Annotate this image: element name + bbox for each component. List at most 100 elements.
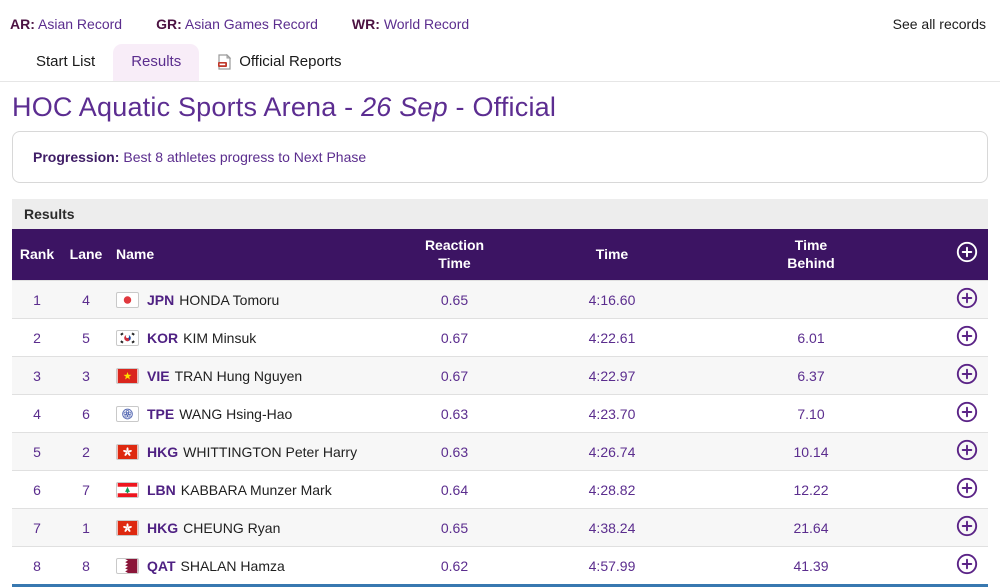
time-behind-cell: 7.10	[797, 405, 825, 422]
lane-cell: 5	[82, 329, 90, 346]
see-all-records-link[interactable]: See all records	[893, 16, 986, 32]
tab-start-list[interactable]: Start List	[18, 44, 113, 81]
reaction-time-cell: 0.67	[440, 329, 469, 346]
page-title-suffix: - Official	[447, 92, 557, 122]
expand-cell	[945, 357, 988, 395]
athlete-name: WANG Hsing-Hao	[179, 405, 293, 422]
athlete-name: KABBARA Munzer Mark	[180, 481, 332, 498]
rank-cell: 5	[33, 443, 41, 460]
time-behind-cell: 6.37	[797, 367, 825, 384]
noc-code: VIE	[147, 367, 170, 384]
reaction-time-cell: 0.65	[440, 519, 469, 536]
athlete-name: TRAN Hung Nguyen	[174, 367, 303, 384]
reaction-time-cell: 0.62	[440, 557, 469, 574]
tab-results-label: Results	[131, 53, 182, 70]
time-behind-cell: 12.22	[793, 481, 829, 498]
table-row[interactable]: 5 2 HKG WHITTINGTON Peter Harry 0.63 4:26…	[12, 432, 988, 471]
lbn-flag-icon	[116, 481, 139, 498]
time-cell: 4:57.99	[588, 557, 636, 574]
results-table-header: Rank Lane Name Reaction Time Time Time B…	[12, 229, 988, 281]
header-behind-line1: Time	[794, 237, 828, 253]
expand-cell	[945, 471, 988, 509]
records-legend-bar: AR: Asian Record GR: Asian Games Record …	[0, 0, 1000, 40]
time-behind-cell: 41.39	[793, 557, 829, 574]
expand-cell	[945, 433, 988, 471]
rank-cell: 2	[33, 329, 41, 346]
progression-label: Progression:	[33, 149, 120, 165]
athlete-name: HONDA Tomoru	[179, 291, 280, 308]
lane-cell: 7	[82, 481, 90, 498]
athlete-cell: VIE TRAN Hung Nguyen	[110, 357, 362, 395]
expand-cell	[945, 395, 988, 433]
legend-label: World Record	[383, 16, 470, 32]
legend-label: Asian Games Record	[184, 16, 318, 32]
hkg-flag-icon	[116, 443, 139, 460]
legend-world-record: WR: World Record	[352, 16, 469, 32]
noc-code: HKG	[147, 519, 179, 536]
noc-code: KOR	[147, 329, 179, 346]
page-title-date: 26 Sep	[361, 92, 448, 122]
rank-cell: 8	[33, 557, 41, 574]
table-row[interactable]: 2 5 KOR KIM Minsuk 0.67 4:22.61 6.01	[12, 318, 988, 357]
rank-cell: 7	[33, 519, 41, 536]
time-cell: 4:22.97	[588, 367, 636, 384]
lane-cell: 1	[82, 519, 90, 536]
table-row[interactable]: 6 7 LBN KABBARA Munzer Mark 0.64 4:28.82 …	[12, 470, 988, 509]
legend-asian-games-record: GR: Asian Games Record	[156, 16, 318, 32]
athlete-cell: HKG CHEUNG Ryan	[110, 509, 362, 547]
table-row[interactable]: 4 6 TPE WANG Hsing-Hao 0.63 4:23.70 7.10	[12, 394, 988, 433]
table-row[interactable]: 1 4 JPN HONDA Tomoru 0.65 4:16.60	[12, 280, 988, 319]
table-row[interactable]: 3 3 VIE TRAN Hung Nguyen 0.67 4:22.97 6.3…	[12, 356, 988, 395]
plus-circle-icon[interactable]	[956, 515, 978, 537]
athlete-cell: KOR KIM Minsuk	[110, 319, 362, 357]
noc-code: LBN	[147, 481, 176, 498]
time-cell: 4:16.60	[588, 291, 636, 308]
results-table: Rank Lane Name Reaction Time Time Time B…	[12, 229, 988, 587]
legend-abbr: GR:	[156, 16, 182, 32]
qat-flag-icon	[116, 557, 139, 574]
lane-cell: 3	[82, 367, 90, 384]
table-row[interactable]: 7 1 HKG CHEUNG Ryan 0.65 4:38.24 21.64	[12, 508, 988, 547]
header-lane: Lane	[69, 245, 103, 262]
legend-label: Asian Record	[38, 16, 123, 32]
reaction-time-cell: 0.64	[440, 481, 469, 498]
reaction-time-cell: 0.67	[440, 367, 469, 384]
kor-flag-icon	[116, 329, 139, 346]
athlete-name: SHALAN Hamza	[180, 557, 285, 574]
plus-circle-icon[interactable]	[956, 363, 978, 385]
header-time-behind: Time Behind	[677, 229, 945, 281]
time-cell: 4:22.61	[588, 329, 636, 346]
tab-results[interactable]: Results	[113, 44, 200, 81]
legend-asian-record: AR: Asian Record	[10, 16, 122, 32]
athlete-cell: QAT SHALAN Hamza	[110, 547, 362, 586]
athlete-cell: LBN KABBARA Munzer Mark	[110, 471, 362, 509]
rank-cell: 3	[33, 367, 41, 384]
header-name: Name	[116, 245, 155, 262]
rank-cell: 6	[33, 481, 41, 498]
plus-circle-icon[interactable]	[956, 325, 978, 347]
time-cell: 4:38.24	[588, 519, 636, 536]
table-row[interactable]: 8 8 QAT SHALAN Hamza 0.62 4:57.99 41.39	[12, 546, 988, 586]
results-table-body: 1 4 JPN HONDA Tomoru 0.65 4:16.60 2 5 KOR…	[12, 280, 988, 586]
noc-code: JPN	[147, 291, 175, 308]
plus-circle-icon[interactable]	[956, 401, 978, 423]
plus-circle-icon[interactable]	[956, 553, 978, 575]
plus-circle-icon[interactable]	[956, 477, 978, 499]
lane-cell: 2	[82, 443, 90, 460]
plus-circle-icon[interactable]	[956, 241, 978, 263]
tab-official-reports[interactable]: Official Reports	[199, 44, 359, 81]
plus-circle-icon[interactable]	[956, 287, 978, 309]
time-cell: 4:26.74	[588, 443, 636, 460]
noc-code: QAT	[147, 557, 176, 574]
reaction-time-cell: 0.63	[440, 443, 469, 460]
time-cell: 4:28.82	[588, 481, 636, 498]
time-behind-cell	[677, 281, 945, 319]
plus-circle-icon[interactable]	[956, 439, 978, 461]
time-cell: 4:23.70	[588, 405, 636, 422]
progression-box: Progression: Best 8 athletes progress to …	[12, 131, 988, 183]
header-time: Time	[595, 245, 629, 262]
header-reaction-line1: Reaction	[424, 237, 485, 253]
athlete-name: WHITTINGTON Peter Harry	[183, 443, 358, 460]
time-behind-cell: 21.64	[793, 519, 829, 536]
legend-abbr: AR:	[10, 16, 35, 32]
